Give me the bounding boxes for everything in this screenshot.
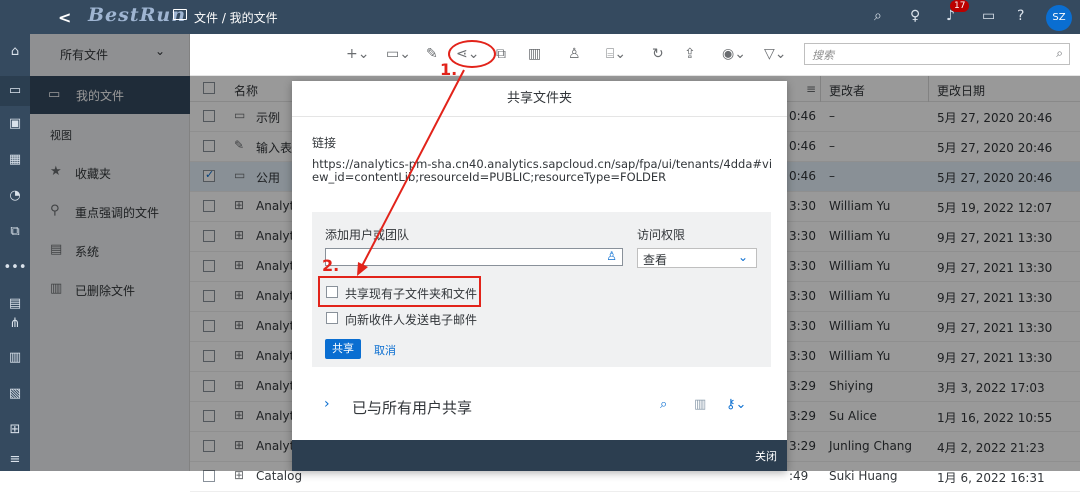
row-checkbox[interactable] (203, 470, 215, 482)
annotation-arrow (357, 69, 465, 276)
file-modified-by: Suki Huang (829, 469, 898, 483)
file-time: :49 (789, 469, 809, 483)
file-name[interactable]: Catalog (256, 469, 302, 483)
file-modified-date: 1月 6, 2022 16:31 (937, 471, 1045, 485)
